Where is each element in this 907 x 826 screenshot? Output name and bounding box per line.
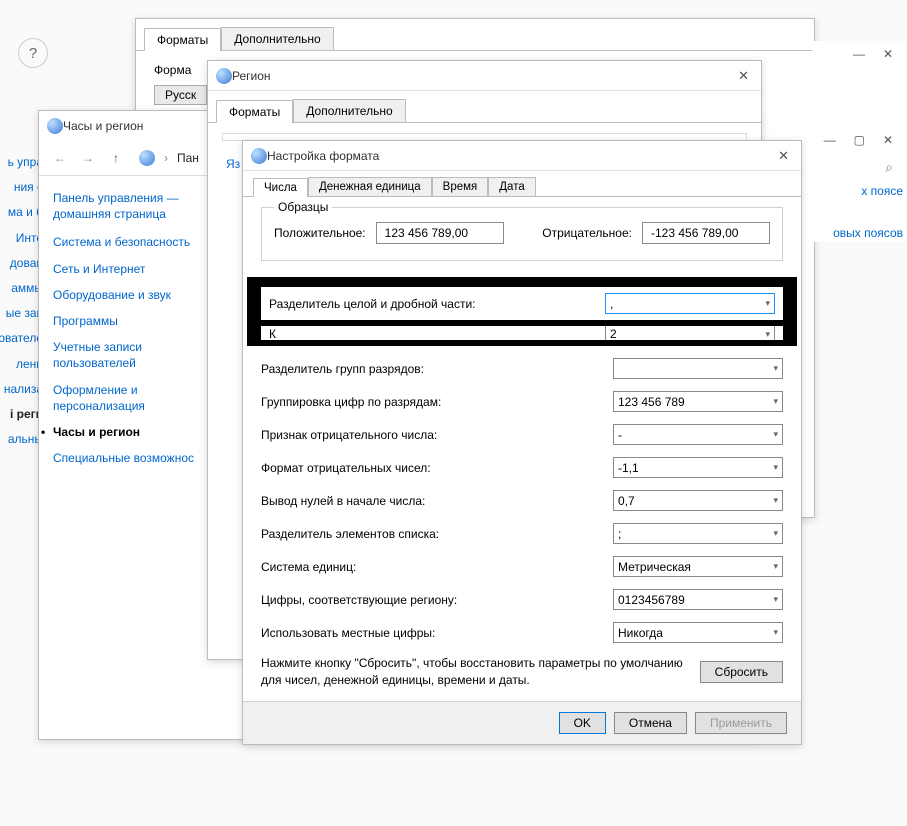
timezone-link-fragment2[interactable]: овых поясов [812, 224, 907, 242]
titlebar[interactable]: Настройка формата ✕ [243, 141, 801, 171]
chevron-down-icon: ▾ [769, 528, 778, 539]
label-decimal-separator: Разделитель целой и дробной части: [269, 297, 605, 311]
sidebar-cat-network[interactable]: Сеть и Интернет [53, 261, 224, 277]
cropped-right-panel: — ✕ — ▢ ✕ ⌕ х поясе овых поясов [812, 41, 907, 242]
tabstrip: Форматы Дополнительно [136, 19, 814, 51]
titlebar[interactable]: Регион ✕ [208, 61, 761, 91]
globe-icon [216, 68, 232, 84]
forward-icon[interactable]: → [77, 147, 99, 169]
samples-legend: Образцы [274, 200, 332, 214]
chevron-down-icon: ▾ [769, 594, 778, 605]
minimize-icon[interactable]: — [853, 47, 865, 61]
label-measurement: Система единиц: [261, 560, 613, 574]
label-leading-zero: Вывод нулей в начале числа: [261, 494, 613, 508]
language-button-fragment[interactable]: Русск [154, 85, 207, 105]
globe-icon [251, 148, 267, 164]
samples-group: Образцы Положительное: 123 456 789,00 От… [261, 207, 783, 261]
ok-button[interactable]: OK [559, 712, 606, 734]
sidebar-cat-hardware[interactable]: Оборудование и звук [53, 287, 224, 303]
combo-negative-format[interactable]: -1,1▾ [613, 457, 783, 478]
language-link-fragment[interactable]: Яз [208, 151, 244, 171]
combo-list-separator[interactable]: ;▾ [613, 523, 783, 544]
dialog-button-bar: OK Отмена Применить [243, 701, 801, 744]
tabstrip: Числа Денежная единица Время Дата [243, 171, 801, 197]
combo-measurement[interactable]: Метрическая▾ [613, 556, 783, 577]
tab-numbers[interactable]: Числа [253, 178, 308, 197]
sidebar-cat-clock-region[interactable]: Часы и регион [53, 424, 224, 440]
tabstrip: Форматы Дополнительно [208, 91, 761, 123]
help-icon[interactable]: ? [18, 38, 48, 68]
combo-partial[interactable]: 2▾ [605, 326, 775, 340]
tab-time[interactable]: Время [432, 177, 489, 196]
search-icon[interactable]: ⌕ [812, 153, 907, 182]
chevron-down-icon: ▾ [769, 363, 778, 374]
globe-icon [47, 118, 63, 134]
combo-leading-zero[interactable]: 0,7▾ [613, 490, 783, 511]
chevron-down-icon: ▾ [769, 462, 778, 473]
combo-negative-sign[interactable]: -▾ [613, 424, 783, 445]
tab-formats[interactable]: Форматы [216, 100, 293, 123]
timezone-link-fragment[interactable]: х поясе [812, 182, 907, 200]
label-standard-digits: Цифры, соответствующие региону: [261, 593, 613, 607]
reset-button[interactable]: Сбросить [700, 661, 783, 683]
tab-additional[interactable]: Дополнительно [293, 99, 405, 122]
close-icon[interactable]: ✕ [734, 68, 753, 84]
apply-button[interactable]: Применить [695, 712, 787, 734]
combo-digit-grouping[interactable]: 123 456 789▾ [613, 391, 783, 412]
highlighted-region: Разделитель целой и дробной части: ,▾ К … [247, 277, 797, 346]
sidebar-cat-accessibility[interactable]: Специальные возможнос [53, 450, 224, 466]
label-partial: К [269, 327, 605, 340]
dialog-title: Регион [232, 69, 734, 83]
sidebar-cat-users[interactable]: Учетные записи пользователей [53, 339, 224, 371]
label-native-digits: Использовать местные цифры: [261, 626, 613, 640]
chevron-down-icon: ▾ [761, 329, 770, 340]
reset-hint: Нажмите кнопку "Сбросить", чтобы восстан… [261, 655, 684, 689]
tab-formats[interactable]: Форматы [144, 28, 221, 51]
label-digit-grouping: Группировка цифр по разрядам: [261, 395, 613, 409]
chevron-down-icon: ▾ [769, 627, 778, 638]
chevron-down-icon: ▾ [769, 561, 778, 572]
combo-group-separator[interactable]: ▾ [613, 358, 783, 379]
sidebar-cat-appearance[interactable]: Оформление и персонализация [53, 382, 224, 414]
up-icon[interactable]: ↑ [105, 147, 127, 169]
control-panel-sidebar: Панель управления — домашняя страница Си… [39, 176, 224, 742]
chevron-down-icon: ▾ [769, 396, 778, 407]
label-list-separator: Разделитель элементов списка: [261, 527, 613, 541]
breadcrumb-fragment[interactable]: Пан [177, 151, 199, 165]
dialog-title: Настройка формата [267, 149, 774, 163]
negative-sample: -123 456 789,00 [642, 222, 770, 244]
combo-native-digits[interactable]: Никогда▾ [613, 622, 783, 643]
positive-sample: 123 456 789,00 [376, 222, 504, 244]
sidebar-cat-programs[interactable]: Программы [53, 313, 224, 329]
minimize-icon[interactable]: — [824, 133, 836, 147]
cancel-button[interactable]: Отмена [614, 712, 687, 734]
close-icon[interactable]: ✕ [883, 133, 893, 147]
label-group-separator: Разделитель групп разрядов: [261, 362, 613, 376]
close-icon[interactable]: ✕ [883, 47, 893, 61]
chevron-right-icon[interactable]: › [161, 151, 171, 165]
maximize-icon[interactable]: ▢ [854, 133, 865, 147]
tab-currency[interactable]: Денежная единица [308, 177, 432, 196]
sidebar-home-link[interactable]: Панель управления — домашняя страница [53, 190, 224, 222]
chevron-down-icon: ▾ [769, 429, 778, 440]
label-negative-sign: Признак отрицательного числа: [261, 428, 613, 442]
sidebar-cat-system[interactable]: Система и безопасность [53, 234, 224, 250]
close-icon[interactable]: ✕ [774, 148, 793, 164]
tab-date[interactable]: Дата [488, 177, 535, 196]
tab-additional[interactable]: Дополнительно [221, 27, 333, 50]
back-icon[interactable]: ← [49, 147, 71, 169]
globe-icon [139, 150, 155, 166]
customize-format-dialog: Настройка формата ✕ Числа Денежная едини… [242, 140, 802, 745]
chevron-down-icon: ▾ [769, 495, 778, 506]
combo-standard-digits[interactable]: 0123456789▾ [613, 589, 783, 610]
chevron-down-icon: ▾ [761, 298, 770, 309]
label-negative-format: Формат отрицательных чисел: [261, 461, 613, 475]
negative-label: Отрицательное: [542, 226, 632, 240]
positive-label: Положительное: [274, 226, 366, 240]
combo-decimal-separator[interactable]: ,▾ [605, 293, 775, 314]
